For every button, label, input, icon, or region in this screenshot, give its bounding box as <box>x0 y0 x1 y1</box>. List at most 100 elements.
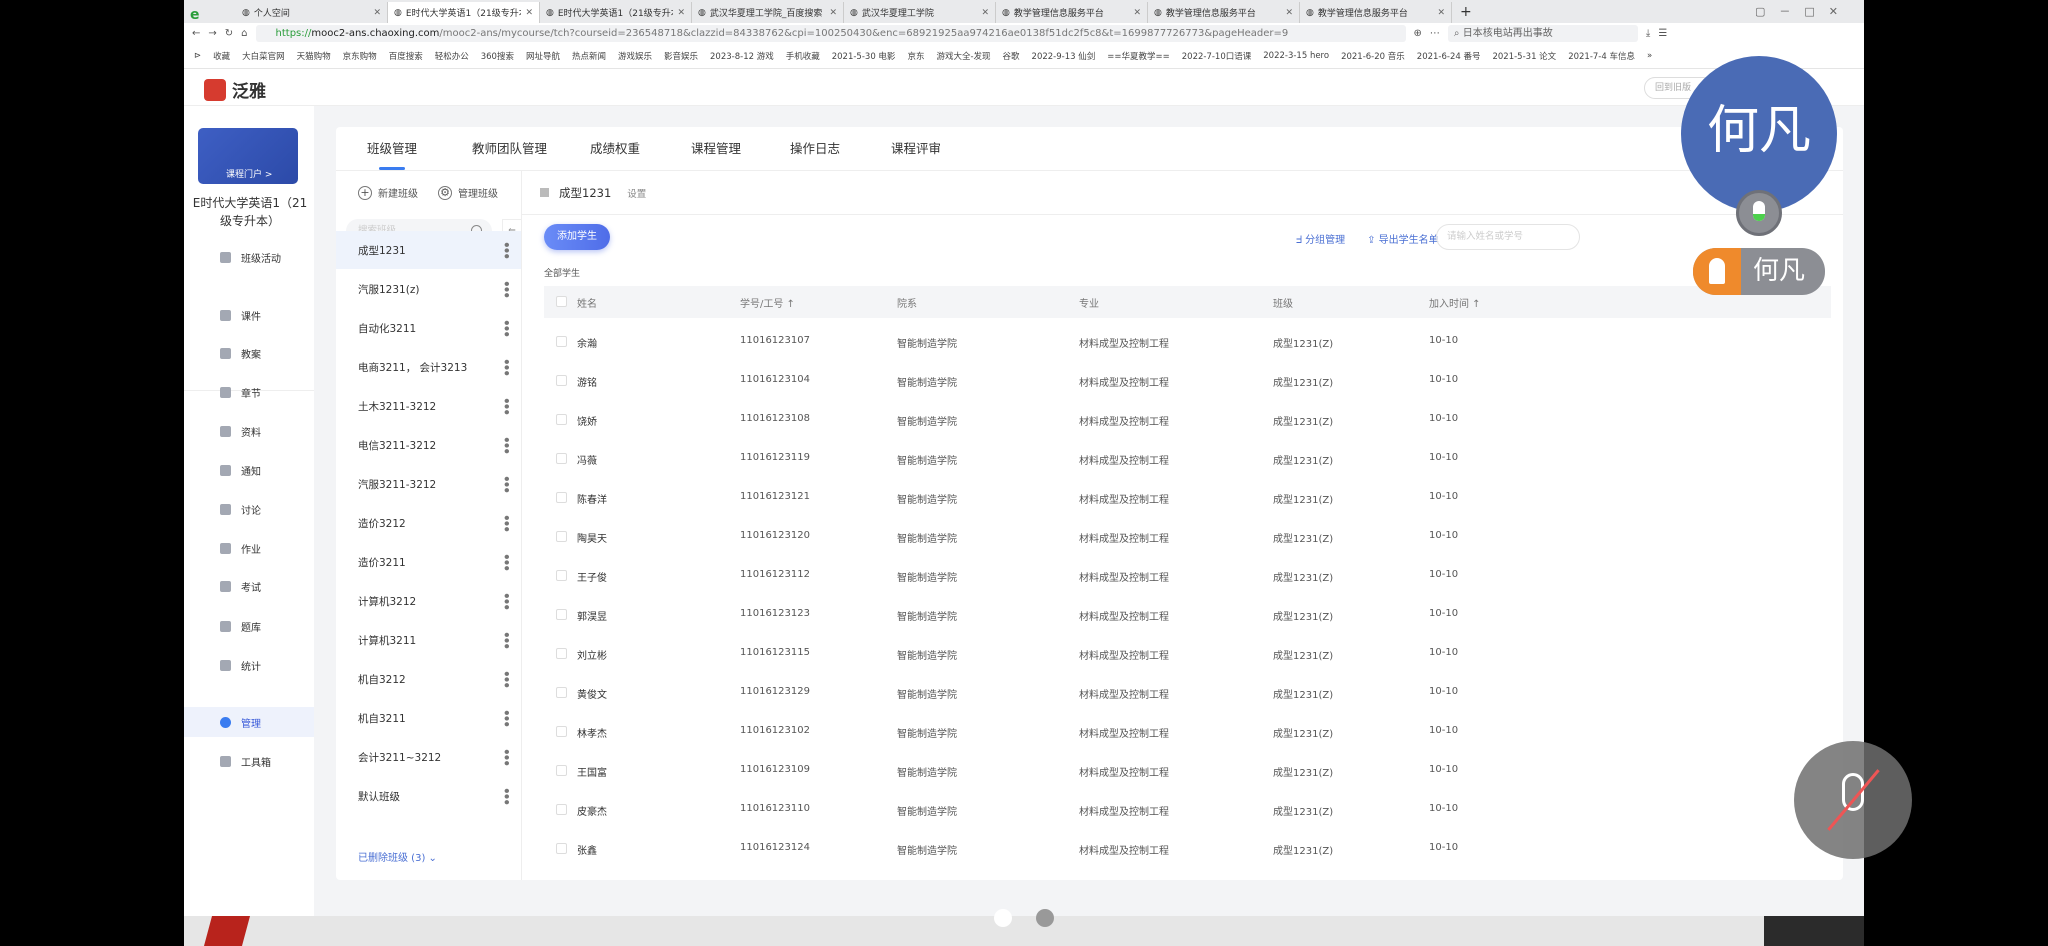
class-list-item[interactable]: 自动化3211 ••• <box>336 309 521 347</box>
sidebar-item[interactable]: 章节 <box>184 377 314 407</box>
tab[interactable]: 班级管理 <box>367 127 417 170</box>
row-checkbox[interactable] <box>556 726 567 737</box>
select-all-checkbox[interactable] <box>556 296 567 307</box>
reload-icon[interactable]: ↻ <box>225 28 233 39</box>
class-list-item[interactable]: 机自3212 ••• <box>336 660 521 698</box>
more-options-icon[interactable]: ••• <box>499 475 513 492</box>
more-options-icon[interactable]: ••• <box>499 319 513 336</box>
row-checkbox[interactable] <box>556 765 567 776</box>
row-checkbox[interactable] <box>556 570 567 581</box>
close-tab-icon[interactable]: ✕ <box>829 8 837 18</box>
page-dot-2[interactable] <box>1036 909 1054 927</box>
close-tab-icon[interactable]: ✕ <box>981 8 989 18</box>
bookmark-item[interactable]: 轻松办公 <box>435 50 469 62</box>
more-options-icon[interactable]: ••• <box>499 709 513 726</box>
student-search-input[interactable]: 请输入姓名或学号 <box>1436 224 1580 250</box>
class-list-item[interactable]: 计算机3212 ••• <box>336 582 521 620</box>
tab[interactable]: 课程管理 <box>691 127 741 170</box>
sidebar-item[interactable]: 统计 <box>184 650 314 680</box>
bookmark-item[interactable]: 2021-5-30 电影 <box>832 50 896 62</box>
more-options-icon[interactable]: ••• <box>499 670 513 687</box>
page-dot-1[interactable] <box>994 909 1012 927</box>
new-tab-button[interactable]: + <box>1452 4 1480 23</box>
deleted-classes-toggle[interactable]: 已删除班级 (3) ⌄ <box>358 849 437 864</box>
more-options-icon[interactable]: ••• <box>499 514 513 531</box>
bookmark-item[interactable]: 影音娱乐 <box>664 50 698 62</box>
more-options-icon[interactable]: ••• <box>499 748 513 765</box>
column-header[interactable]: 学号/工号 ↑ <box>740 295 795 310</box>
class-list-item[interactable]: 电商3211， 会计3213 ••• <box>336 348 521 386</box>
class-list-item[interactable]: 机自3211 ••• <box>336 699 521 737</box>
class-list-item[interactable]: 电信3211-3212 ••• <box>336 426 521 464</box>
back-icon[interactable]: ← <box>192 28 200 39</box>
bookmark-item[interactable]: 2021-6-24 番号 <box>1417 50 1481 62</box>
class-list-item[interactable]: 土木3211-3212 ••• <box>336 387 521 425</box>
sidebar-item[interactable]: 课件 <box>184 300 314 330</box>
close-tab-icon[interactable]: ✕ <box>373 8 381 18</box>
more-options-icon[interactable]: ••• <box>499 631 513 648</box>
browser-tab[interactable]: ◍ 武汉华夏理工学院_百度搜索 ✕ <box>692 2 844 23</box>
more-options-icon[interactable]: ••• <box>499 241 513 258</box>
browser-tab[interactable]: ◍E时代大学英语1（21级专升本）✕ <box>540 2 692 23</box>
class-list-item[interactable]: 造价3212 ••• <box>336 504 521 542</box>
more-options-icon[interactable]: ••• <box>499 280 513 297</box>
bookmark-item[interactable]: 手机收藏 <box>786 50 820 62</box>
bookmark-item[interactable]: 谷歌 <box>1003 50 1020 62</box>
more-options-icon[interactable]: ••• <box>499 787 513 804</box>
row-checkbox[interactable] <box>556 336 567 347</box>
class-list-item[interactable]: 汽服1231(z) ••• <box>336 270 521 308</box>
new-class-button[interactable]: + 新建班级 <box>358 185 418 200</box>
close-tab-icon[interactable]: ✕ <box>1437 8 1445 18</box>
sidebar-item[interactable]: 题库 <box>184 611 314 641</box>
sidebar-item[interactable]: 讨论 <box>184 494 314 524</box>
group-manage-button[interactable]: ᖵ 分组管理 <box>1296 231 1345 246</box>
row-checkbox[interactable] <box>556 531 567 542</box>
browser-tab[interactable]: ◍ 个人空间 ✕ <box>236 2 388 23</box>
fanya-logo[interactable]: 泛雅 <box>204 77 266 102</box>
bookmark-item[interactable]: 2022-3-15 hero <box>1263 51 1329 61</box>
row-checkbox[interactable] <box>556 609 567 620</box>
close-tab-icon[interactable]: ✕ <box>525 8 533 18</box>
bookmark-item[interactable]: 收藏 <box>213 50 230 62</box>
class-list-item[interactable]: 默认班级 ••• <box>336 777 521 815</box>
url-input[interactable]: https://mooc2-ans.chaoxing.com/mooc2-ans… <box>255 25 1406 42</box>
mic-active-icon[interactable] <box>1736 190 1782 236</box>
close-tab-icon[interactable]: ✕ <box>1285 8 1293 18</box>
row-checkbox[interactable] <box>556 843 567 854</box>
browser-tab[interactable]: ◍ 教学管理信息服务平台 ✕ <box>996 2 1148 23</box>
tab[interactable]: 操作日志 <box>790 127 840 170</box>
bookmark-item[interactable]: 2023-8-12 游戏 <box>710 50 774 62</box>
browser-tab[interactable]: ◍ 教学管理信息服务平台 ✕ <box>1148 2 1300 23</box>
bookmark-item[interactable]: 360搜索 <box>481 50 514 62</box>
bookmark-item[interactable]: » <box>1647 51 1652 61</box>
more-options-icon[interactable]: ••• <box>499 592 513 609</box>
class-settings-link[interactable]: 设置 <box>627 186 646 200</box>
sidebar-item[interactable]: 工具箱 <box>184 746 314 776</box>
row-checkbox[interactable] <box>556 375 567 386</box>
bookmark-item[interactable]: 百度搜索 <box>389 50 423 62</box>
more-options-icon[interactable]: ••• <box>499 436 513 453</box>
sidebar-item[interactable]: 教案 <box>184 338 314 368</box>
more-options-icon[interactable]: ••• <box>499 397 513 414</box>
browser-search-input[interactable]: ⌕ 日本核电站再出事故 <box>1447 25 1638 42</box>
row-checkbox[interactable] <box>556 453 567 464</box>
zoom-icon[interactable]: ⊕ <box>1414 28 1422 39</box>
sidebar-item[interactable]: 班级活动 <box>184 242 314 272</box>
class-list-item[interactable]: 汽服3211-3212 ••• <box>336 465 521 503</box>
mic-muted-button[interactable] <box>1794 741 1912 859</box>
course-cover[interactable]: 课程门户 > <box>198 128 298 184</box>
sidebar-item[interactable]: 作业 <box>184 533 314 563</box>
bookmark-item[interactable]: 京东 <box>907 50 924 62</box>
close-tab-icon[interactable]: ✕ <box>677 8 685 18</box>
tab[interactable]: 教师团队管理 <box>472 127 547 170</box>
bookmark-item[interactable]: 2022-7-10口语课 <box>1182 50 1252 62</box>
bookmark-item[interactable]: 热点新闻 <box>572 50 606 62</box>
close-tab-icon[interactable]: ✕ <box>1133 8 1141 18</box>
bookmark-item[interactable]: 2021-7-4 车信息 <box>1568 50 1635 62</box>
sidebar-item[interactable]: 管理 <box>184 707 314 737</box>
bookmark-item[interactable]: 天猫购物 <box>297 50 331 62</box>
bookmark-item[interactable]: 2022-9-13 仙剑 <box>1032 50 1096 62</box>
manage-class-button[interactable]: ⚙ 管理班级 <box>438 185 498 200</box>
row-checkbox[interactable] <box>556 804 567 815</box>
sidebar-item[interactable]: 通知 <box>184 455 314 485</box>
